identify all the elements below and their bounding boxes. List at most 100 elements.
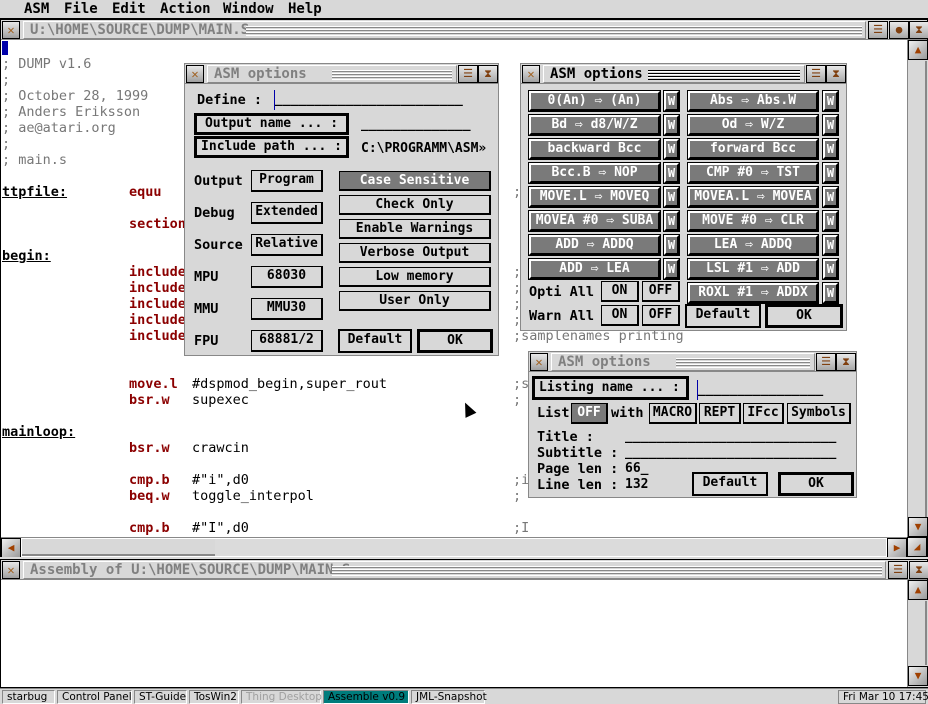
warn-left-6[interactable]: W <box>663 234 680 256</box>
code-op[interactable]: include <box>129 264 186 280</box>
warn-all-on-button[interactable]: ON <box>601 305 639 326</box>
close-icon[interactable]: ✕ <box>186 65 204 83</box>
warn-left-7[interactable]: W <box>663 258 680 280</box>
macro-toggle[interactable]: MACRO <box>649 403 697 424</box>
vertical-scroll-thumb[interactable] <box>909 61 927 537</box>
code-op[interactable]: include <box>129 328 186 344</box>
close-icon[interactable]: ✕ <box>2 561 20 579</box>
opti-right-1[interactable]: Od ⇨ W/Z <box>687 114 819 136</box>
opti-left-1[interactable]: Bd ⇨ d8/W/Z <box>528 114 661 136</box>
user-only-toggle[interactable]: User Only <box>339 291 491 311</box>
code-line[interactable]: ; <box>2 72 10 88</box>
menu-list-icon[interactable]: ☰ <box>816 353 836 371</box>
include-path-button[interactable]: Include path ... : <box>194 136 349 158</box>
code-op[interactable]: move.l <box>129 376 178 392</box>
warn-left-1[interactable]: W <box>663 114 680 136</box>
code-op[interactable]: include <box>129 312 186 328</box>
editor-titlebar[interactable]: ✕ U:\HOME\SOURCE\DUMP\MAIN.S ☰ ● ⧗ <box>1 20 928 40</box>
warn-left-3[interactable]: W <box>663 162 680 184</box>
fullsize-icon[interactable]: ⧗ <box>478 65 498 83</box>
output-name-button[interactable]: Output name ... : <box>194 113 349 135</box>
menu-list-icon[interactable]: ☰ <box>806 65 826 83</box>
menu-help[interactable]: Help <box>288 1 322 17</box>
menu-list-icon[interactable]: ☰ <box>888 561 908 579</box>
warn-left-0[interactable]: W <box>663 90 680 112</box>
dialog-titlebar[interactable]: ✕ ASM options ☰ ⧗ <box>521 64 846 84</box>
fullsize-icon[interactable]: ⧗ <box>836 353 856 371</box>
low-memory-toggle[interactable]: Low memory <box>339 267 491 287</box>
fpu-select[interactable]: 68881/2 <box>251 330 323 352</box>
window-title[interactable]: U:\HOME\SOURCE\DUMP\MAIN.S <box>23 21 866 39</box>
output-select[interactable]: Program <box>251 170 323 192</box>
warn-right-7[interactable]: W <box>822 258 839 280</box>
menu-list-icon[interactable]: ☰ <box>868 21 888 39</box>
opti-right-3[interactable]: CMP #0 ⇨ TST <box>687 162 819 184</box>
check-only-toggle[interactable]: Check Only <box>339 195 491 215</box>
mmu-select[interactable]: MMU30 <box>251 298 323 320</box>
opti-left-5[interactable]: MOVEA #0 ⇨ SUBA <box>528 210 661 232</box>
code-label[interactable]: mainloop: <box>2 424 75 440</box>
opti-left-3[interactable]: Bcc.B ⇨ NOP <box>528 162 661 184</box>
vertical-scroll-thumb[interactable] <box>909 601 927 665</box>
task-control-panel[interactable]: Control Panel <box>57 690 132 704</box>
horizontal-scrollbar[interactable]: ◀ ▶ <box>1 537 907 558</box>
default-button[interactable]: Default <box>685 304 761 328</box>
vertical-scrollbar[interactable]: ▲ ▼ <box>907 580 928 687</box>
dialog-titlebar[interactable]: ✕ ASM options ☰ ⧗ <box>185 64 498 84</box>
scroll-up-icon[interactable]: ▲ <box>908 580 928 600</box>
warn-left-4[interactable]: W <box>663 186 680 208</box>
enable-warnings-toggle[interactable]: Enable Warnings <box>339 219 491 239</box>
task-starbug[interactable]: starbug <box>2 690 55 704</box>
warn-right-5[interactable]: W <box>822 210 839 232</box>
window-title[interactable]: Assembly of U:\HOME\SOURCE\DUMP\MAIN.S <box>23 561 886 579</box>
warn-right-0[interactable]: W <box>822 90 839 112</box>
opti-left-7[interactable]: ADD ⇨ LEA <box>528 258 661 280</box>
code-op[interactable]: include <box>129 280 186 296</box>
line-len-field[interactable]: 132 <box>625 477 665 492</box>
menu-action[interactable]: Action <box>160 1 211 17</box>
opti-all-on-button[interactable]: ON <box>601 281 639 302</box>
code-op[interactable]: cmp.b <box>129 472 170 488</box>
close-icon[interactable]: ✕ <box>530 353 548 371</box>
subtitle-field[interactable]: ___________________________ <box>625 445 851 460</box>
code-op[interactable]: bsr.w <box>129 440 170 456</box>
opti-all-off-button[interactable]: OFF <box>642 281 680 302</box>
symbols-toggle[interactable]: Symbols <box>787 403 851 424</box>
warn-right-6[interactable]: W <box>822 234 839 256</box>
dialog-title[interactable]: ASM options <box>207 65 457 83</box>
code-op[interactable]: bsr.w <box>129 392 170 408</box>
code-label[interactable]: ttpfile: <box>2 184 67 200</box>
case-sensitive-toggle[interactable]: Case Sensitive <box>339 171 491 191</box>
ifcc-toggle[interactable]: IFcc <box>743 403 784 424</box>
close-icon[interactable]: ✕ <box>2 21 20 39</box>
menu-file[interactable]: File <box>64 1 98 17</box>
opti-right-5[interactable]: MOVE #0 ⇨ CLR <box>687 210 819 232</box>
code-arg[interactable]: #"i",d0 <box>192 472 249 488</box>
list-toggle[interactable]: OFF <box>571 403 608 424</box>
page-len-field[interactable]: 66_ <box>625 461 665 476</box>
opti-right-6[interactable]: LEA ⇨ ADDQ <box>687 234 819 256</box>
dialog-titlebar[interactable]: ✕ ASM options ☰ ⧗ <box>529 352 856 372</box>
warn-right-2[interactable]: W <box>822 138 839 160</box>
vertical-scrollbar[interactable]: ▲ ▼ <box>907 40 928 537</box>
menu-asm[interactable]: ASM <box>24 1 49 17</box>
task-thing-desktop[interactable]: Thing Desktop <box>241 690 322 704</box>
code-op[interactable]: equu <box>129 184 162 200</box>
opti-right-2[interactable]: forward Bcc <box>687 138 819 160</box>
iconify-icon[interactable]: ● <box>889 21 909 39</box>
code-op[interactable]: beq.w <box>129 488 170 504</box>
menu-list-icon[interactable]: ☰ <box>458 65 478 83</box>
task-toswin2[interactable]: TosWin2 <box>189 690 239 704</box>
code-comment[interactable]: ; <box>513 392 521 408</box>
menu-edit[interactable]: Edit <box>112 1 146 17</box>
warn-left-5[interactable]: W <box>663 210 680 232</box>
code-line[interactable]: ; DUMP v1.6 <box>2 56 91 72</box>
fullsize-icon[interactable]: ⧗ <box>909 561 928 579</box>
ok-button[interactable]: OK <box>417 329 493 353</box>
warn-right-1[interactable]: W <box>822 114 839 136</box>
code-op[interactable]: section <box>129 216 186 232</box>
opti-left-6[interactable]: ADD ⇨ ADDQ <box>528 234 661 256</box>
code-line[interactable]: ; October 28, 1999 <box>2 88 148 104</box>
default-button[interactable]: Default <box>338 329 412 353</box>
code-comment[interactable]: ;I <box>513 520 529 536</box>
